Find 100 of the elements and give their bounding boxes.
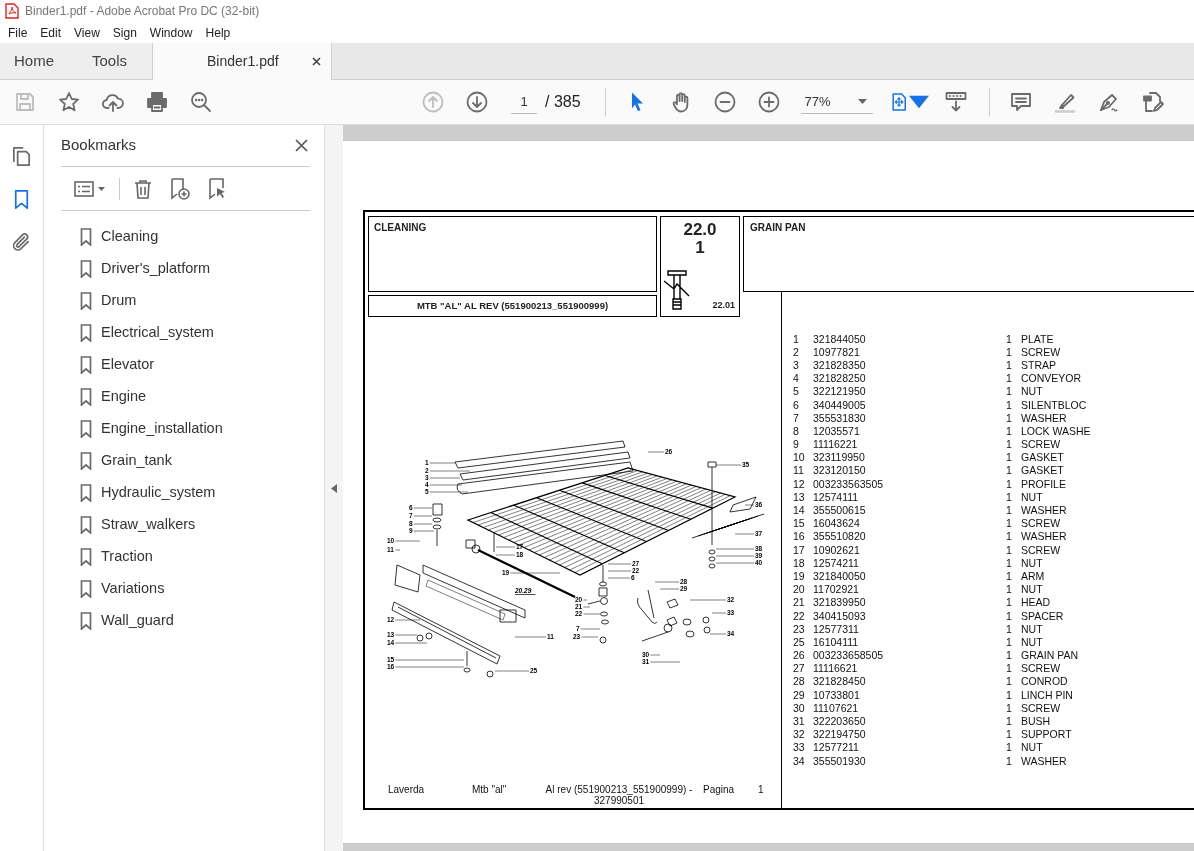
part-code: 321839950 bbox=[813, 596, 866, 609]
bookmark-item[interactable]: Driver's_platform bbox=[61, 253, 310, 285]
quantity: 1 bbox=[1006, 663, 1013, 674]
item-number: 4 bbox=[793, 373, 800, 384]
part-description: WASHER bbox=[1021, 755, 1068, 766]
document-tab[interactable]: Binder1.pdf bbox=[152, 43, 332, 80]
zoom-field[interactable]: 77% bbox=[800, 89, 873, 115]
bookmark-item[interactable]: Elevator bbox=[61, 349, 310, 381]
menu-item[interactable]: File bbox=[8, 23, 28, 42]
item-number: 2 bbox=[793, 346, 800, 357]
bookmark-item[interactable]: Cleaning bbox=[61, 221, 310, 253]
bookmark-item[interactable]: Hydraulic_system bbox=[61, 477, 310, 509]
bookmark-item[interactable]: Drum bbox=[61, 285, 310, 317]
bookmark-item[interactable]: Variations bbox=[61, 573, 310, 605]
menu-item[interactable]: Help bbox=[205, 23, 231, 42]
part-description: NUT bbox=[1021, 491, 1044, 502]
part-code: 321828250 bbox=[813, 372, 866, 385]
part-description: NUT bbox=[1021, 386, 1044, 397]
part-code: 11116621 bbox=[813, 662, 858, 675]
menu-item[interactable]: Sign bbox=[112, 23, 137, 42]
part-code: 321828350 bbox=[813, 358, 866, 371]
bookmark-item[interactable]: Engine_installation bbox=[61, 413, 310, 445]
pages-icon bbox=[10, 145, 33, 168]
tab-label: Binder1.pdf bbox=[207, 52, 279, 71]
bookmark-icon bbox=[80, 388, 92, 406]
trash-icon bbox=[132, 177, 154, 200]
item-number: 1 bbox=[793, 333, 800, 344]
item-number: 20 bbox=[793, 584, 806, 595]
part-code: 10733801 bbox=[813, 688, 860, 701]
part-code: 11702921 bbox=[813, 583, 859, 596]
quantity: 1 bbox=[1006, 557, 1013, 568]
collapse-handle[interactable] bbox=[325, 125, 343, 851]
footer-text: Al rev (551900213_551900999) - 327990501 bbox=[544, 785, 694, 806]
item-number: 7 bbox=[793, 412, 800, 423]
menu-item[interactable]: Edit bbox=[40, 23, 62, 42]
quantity: 1 bbox=[1006, 636, 1013, 647]
quantity: 1 bbox=[1006, 729, 1013, 740]
down-arrow-circle-icon bbox=[465, 90, 489, 114]
item-number: 18 bbox=[793, 557, 806, 568]
table-reference: 22.01 bbox=[712, 298, 735, 312]
sidebar-button[interactable] bbox=[10, 145, 33, 168]
item-number: 23 bbox=[793, 623, 806, 634]
quantity: 1 bbox=[1006, 333, 1013, 344]
search-icon bbox=[189, 90, 213, 114]
part-description: NUT bbox=[1021, 584, 1044, 595]
menu-item[interactable]: View bbox=[74, 23, 100, 42]
quantity: 1 bbox=[1006, 346, 1013, 357]
close-tab-button[interactable] bbox=[310, 55, 323, 68]
quantity: 1 bbox=[1006, 676, 1013, 687]
bookmark-item[interactable]: Traction bbox=[61, 541, 310, 573]
part-description: GRAIN PAN bbox=[1021, 650, 1079, 661]
quantity: 1 bbox=[1006, 373, 1013, 384]
bookmark-item[interactable]: Wall_guard bbox=[61, 605, 310, 637]
part-description: CONVEYOR bbox=[1021, 373, 1083, 384]
bookmark-icon bbox=[80, 516, 92, 534]
quantity: 1 bbox=[1006, 425, 1013, 436]
part-description: PLATE bbox=[1021, 333, 1055, 344]
part-code: 16104111 bbox=[813, 635, 859, 648]
part-code: 322121950 bbox=[813, 385, 866, 398]
item-number: 28 bbox=[793, 676, 806, 687]
part-description: SCREW bbox=[1021, 663, 1062, 674]
quantity: 1 bbox=[1006, 359, 1013, 370]
part-code: 12577211 bbox=[813, 741, 859, 754]
part-code: 321828450 bbox=[813, 675, 866, 688]
bolt-icon bbox=[663, 269, 691, 313]
bookmark-item[interactable]: Engine bbox=[61, 381, 310, 413]
part-description: SCREW bbox=[1021, 702, 1062, 713]
item-number: 15 bbox=[793, 518, 806, 529]
quantity: 1 bbox=[1006, 716, 1013, 727]
item-number: 6 bbox=[793, 399, 800, 410]
part-code: 321840050 bbox=[813, 569, 866, 582]
bookmark-item[interactable]: Electrical_system bbox=[61, 317, 310, 349]
part-code: 323120150 bbox=[813, 464, 866, 477]
part-code: 321844050 bbox=[813, 332, 866, 345]
bookmark-item[interactable]: Grain_tank bbox=[61, 445, 310, 477]
section-title: CLEANING bbox=[368, 216, 657, 292]
quantity: 1 bbox=[1006, 478, 1013, 489]
add-bookmark-icon bbox=[168, 176, 192, 201]
part-description: SCREW bbox=[1021, 346, 1062, 357]
part-description: SUPPORT bbox=[1021, 729, 1073, 740]
menu-item[interactable]: Window bbox=[149, 23, 193, 42]
close-panel-button[interactable] bbox=[293, 137, 310, 154]
item-number: 5 bbox=[793, 386, 800, 397]
item-number: 12 bbox=[793, 478, 806, 489]
quantity: 1 bbox=[1006, 491, 1013, 502]
item-number: 33 bbox=[793, 742, 806, 753]
collapse-arrow-icon bbox=[331, 483, 337, 493]
quantity: 1 bbox=[1006, 650, 1013, 661]
part-code: 10902621 bbox=[813, 543, 860, 556]
part-description: ARM bbox=[1021, 570, 1046, 581]
part-code: 11116221 bbox=[813, 438, 858, 451]
page-number-field[interactable]: 1 bbox=[511, 89, 537, 115]
options-menu-icon bbox=[73, 178, 107, 199]
item-number: 11 bbox=[793, 465, 805, 476]
zoom-in-icon bbox=[756, 90, 781, 114]
caret-icon bbox=[857, 99, 867, 104]
part-description: SCREW bbox=[1021, 439, 1062, 450]
bookmark-icon bbox=[80, 484, 92, 502]
bookmark-item[interactable]: Straw_walkers bbox=[61, 509, 310, 541]
part-description: CONROD bbox=[1021, 676, 1069, 687]
